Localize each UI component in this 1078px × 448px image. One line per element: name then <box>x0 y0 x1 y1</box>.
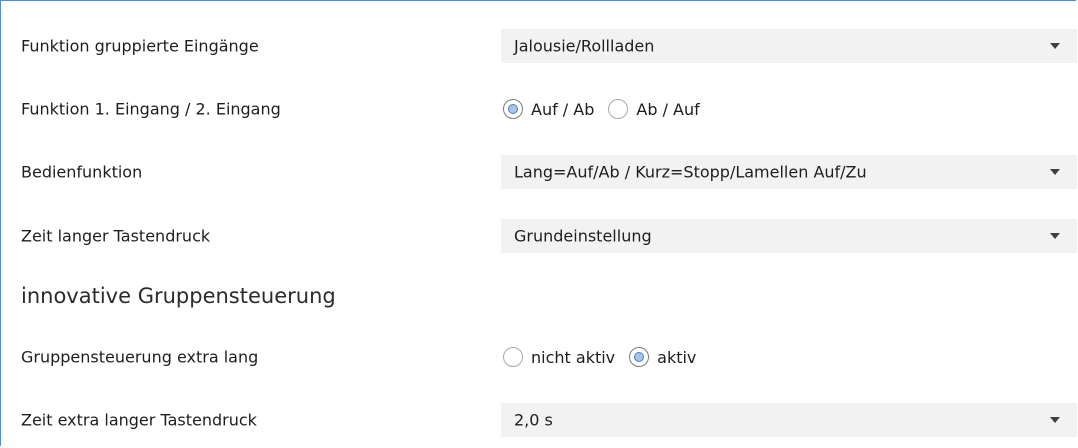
row-zeit-extra-langer-tastendruck: Zeit extra langer Tastendruck 2,0 s <box>1 392 1077 448</box>
radio-label: Ab / Auf <box>636 99 700 119</box>
parameter-panel: Funktion gruppierte Eingänge Jalousie/Ro… <box>0 0 1077 448</box>
radio-label: Auf / Ab <box>531 99 595 119</box>
dropdown-value: Grundeinstellung <box>514 226 652 246</box>
funktion-gruppierte-eingaenge-dropdown[interactable]: Jalousie/Rollladen <box>501 29 1077 63</box>
funktion-eingang-label: Funktion 1. Eingang / 2. Eingang <box>21 99 281 119</box>
funktion-eingang-radio-group: Auf / Ab Ab / Auf <box>503 99 714 119</box>
gruppensteuerung-extra-lang-label: Gruppensteuerung extra lang <box>21 347 259 367</box>
radio-ab-auf[interactable]: Ab / Auf <box>608 99 700 119</box>
radio-label: aktiv <box>657 347 697 367</box>
zeit-extra-langer-tastendruck-dropdown[interactable]: 2,0 s <box>501 403 1077 437</box>
radio-label: nicht aktiv <box>531 347 616 367</box>
chevron-down-icon <box>1050 169 1060 175</box>
row-funktion-gruppierte-eingaenge: Funktion gruppierte Eingänge Jalousie/Ro… <box>1 18 1077 74</box>
dropdown-value: Lang=Auf/Ab / Kurz=Stopp/Lamellen Auf/Zu <box>514 162 867 182</box>
radio-checked-icon <box>629 347 650 367</box>
zeit-langer-tastendruck-label: Zeit langer Tastendruck <box>21 226 211 246</box>
funktion-gruppierte-eingaenge-label: Funktion gruppierte Eingänge <box>21 36 259 56</box>
chevron-down-icon <box>1050 43 1060 49</box>
row-zeit-langer-tastendruck: Zeit langer Tastendruck Grundeinstellung <box>1 208 1077 264</box>
radio-aktiv[interactable]: aktiv <box>629 347 696 367</box>
zeit-langer-tastendruck-dropdown[interactable]: Grundeinstellung <box>501 219 1077 253</box>
section-title: innovative Gruppensteuerung <box>21 284 336 308</box>
chevron-down-icon <box>1050 417 1060 423</box>
zeit-extra-langer-tastendruck-label: Zeit extra langer Tastendruck <box>21 410 257 430</box>
dropdown-value: 2,0 s <box>514 410 553 430</box>
chevron-down-icon <box>1050 233 1060 239</box>
dropdown-value: Jalousie/Rollladen <box>514 36 655 56</box>
radio-checked-icon <box>503 99 523 119</box>
gruppensteuerung-radio-group: nicht aktiv aktiv <box>503 347 710 367</box>
radio-unchecked-icon <box>608 99 629 119</box>
radio-auf-ab[interactable]: Auf / Ab <box>503 99 594 119</box>
radio-unchecked-icon <box>503 347 523 367</box>
row-bedienfunktion: Bedienfunktion Lang=Auf/Ab / Kurz=Stopp/… <box>1 144 1077 200</box>
bedienfunktion-dropdown[interactable]: Lang=Auf/Ab / Kurz=Stopp/Lamellen Auf/Zu <box>501 155 1077 189</box>
row-funktion-eingang: Funktion 1. Eingang / 2. Eingang Auf / A… <box>1 81 1077 137</box>
radio-nicht-aktiv[interactable]: nicht aktiv <box>503 347 615 367</box>
bedienfunktion-label: Bedienfunktion <box>21 162 143 182</box>
row-gruppensteuerung-extra-lang: Gruppensteuerung extra lang nicht aktiv … <box>1 329 1077 385</box>
